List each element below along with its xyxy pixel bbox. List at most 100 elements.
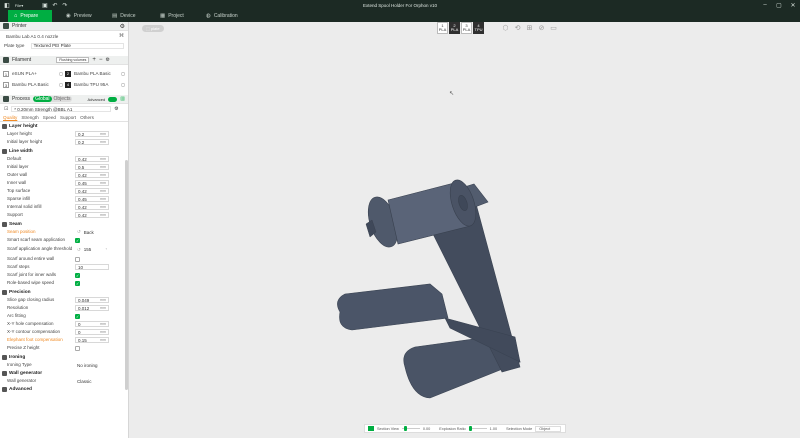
edit-icon[interactable]: ▢ [121, 71, 125, 76]
plate-filament-3[interactable]: 3 PLA [461, 22, 472, 34]
resolution-input[interactable]: 0.012 mm [75, 305, 109, 311]
orient-icon[interactable]: ⟲ [513, 24, 522, 32]
initial-layer-height-input[interactable]: 0.2 mm [75, 139, 109, 145]
ironing-icon [2, 354, 7, 360]
line-width-inner-input[interactable]: 0.45 mm [75, 180, 109, 186]
line-width-sparse-input[interactable]: 0.45 mm [75, 196, 109, 202]
section-view-slider[interactable] [401, 426, 420, 431]
ironing-type-select[interactable]: No ironing [75, 362, 115, 368]
scarf-around-checkbox[interactable] [75, 256, 80, 262]
objects-toggle-option[interactable]: Objects [52, 96, 73, 102]
arc-fitting-checkbox[interactable]: ✓ [75, 313, 80, 319]
maximize-icon[interactable]: ▢ [772, 0, 786, 10]
tab-preview[interactable]: ◉ Preview [60, 10, 106, 22]
split-icon[interactable]: ⊘ [537, 24, 546, 32]
precise-z-checkbox[interactable] [75, 345, 80, 351]
scarf-steps-input[interactable]: 10 [75, 264, 109, 270]
settings-panel: Printer ⚙ Bambu Lab A1 0.4 nozzle ⌘ Plat… [0, 22, 129, 438]
tab-quality[interactable]: Quality [3, 115, 17, 120]
arrange-icon[interactable]: ⊞ [525, 24, 534, 32]
filament-slot-4[interactable]: 4 Bambu TPU 95A ▢ [64, 79, 126, 90]
printer-select[interactable]: Bambu Lab A1 0.4 nozzle ⌘ [0, 31, 128, 41]
redo-icon[interactable]: ↷ [60, 0, 70, 10]
settings-scrollbar[interactable] [125, 160, 128, 390]
add-filament-icon[interactable]: + [92, 57, 96, 63]
slice-gap-input[interactable]: 0.049 mm [75, 297, 109, 303]
plate-type-select[interactable]: Textured PEI Plate [30, 42, 124, 49]
scarf-inner-checkbox[interactable]: ✓ [75, 272, 80, 278]
tab-prepare[interactable]: ⌂ Prepare [8, 10, 52, 22]
role-wipe-checkbox[interactable]: ✓ [75, 280, 80, 286]
setting-row: Support 0.42 mm [0, 211, 128, 219]
xy-hole-input[interactable]: 0 mm [75, 321, 109, 327]
close-icon[interactable]: ✕ [786, 0, 800, 10]
bambu-logo-icon[interactable]: ◧ [2, 0, 12, 10]
global-objects-toggle[interactable]: Global Objects [33, 96, 73, 102]
elephant-foot-input[interactable]: 0.15 mm [75, 337, 109, 343]
wall-generator-select[interactable]: Classic [75, 378, 109, 384]
view-toolbar: ⬡ ⟲ ⊞ ⊘ ▭ [501, 24, 558, 32]
main-tab-bar: ⌂ Prepare ◉ Preview ▤ Device ▦ Project ◍ Cali… [0, 10, 800, 30]
process-profile-row: ⊡ * 0.20mm Strength @BBL A1 ⚙ [0, 104, 128, 114]
smart-scarf-checkbox[interactable]: ✓ [75, 237, 80, 243]
tab-device[interactable]: ▤ Device [106, 10, 152, 22]
setting-row: Scarf steps 10 [0, 263, 128, 271]
line-width-support-input[interactable]: 0.42 mm [75, 212, 109, 218]
filament-slot-number: 3 [3, 81, 9, 88]
xy-contour-input[interactable]: 0 mm [75, 329, 109, 335]
layout-icon[interactable]: ▭ [549, 24, 558, 32]
process-profile-select[interactable]: * 0.20mm Strength @BBL A1 [11, 106, 112, 112]
tab-support[interactable]: Support [60, 115, 76, 120]
printer-settings-icon[interactable]: ⚙ [120, 23, 125, 30]
reset-icon[interactable]: ↺ [77, 247, 81, 253]
edit-icon[interactable]: ▢ [121, 82, 125, 87]
process-subtabs: Quality Strength Speed Support Others [0, 114, 128, 122]
remove-filament-icon[interactable]: − [99, 57, 103, 63]
section-view-value: 0.00 [422, 426, 431, 431]
edit-icon[interactable]: ▢ [59, 71, 63, 76]
setting-row: Default 0.42 mm [0, 155, 128, 163]
global-toggle-option[interactable]: Global [33, 96, 52, 102]
plate-filament-2[interactable]: 2 PLA [449, 22, 460, 34]
reset-icon[interactable]: ↺ [77, 229, 81, 235]
scarf-angle-input[interactable]: ↺ 155 ° [75, 246, 109, 253]
wifi-icon[interactable]: ⌘ [119, 33, 124, 39]
seam-position-select[interactable]: ↺ Back [75, 229, 109, 235]
layer-height-input[interactable]: 0.2 mm [75, 131, 109, 137]
setting-row: Scarf joint for inner walls ✓ [7, 271, 80, 278]
advanced-toggle[interactable] [108, 96, 118, 102]
line-width-default-input[interactable]: 0.42 mm [75, 156, 109, 162]
save-icon[interactable]: ▣ [40, 0, 50, 10]
edit-icon[interactable]: ▢ [59, 82, 63, 87]
flushing-volumes-button[interactable]: Flushing volumes [56, 57, 90, 63]
tab-strength[interactable]: Strength [21, 115, 38, 120]
cube-view-icon[interactable]: ⬡ [501, 24, 510, 32]
tab-calibration[interactable]: ◍ Calibration [200, 10, 260, 22]
profile-settings-icon[interactable]: ⚙ [114, 106, 118, 112]
plate-filament-4[interactable]: 4 TPU [473, 22, 484, 34]
file-menu-icon[interactable]: File ▾ [12, 0, 26, 10]
setting-row: X-Y contour compensation 0 mm [0, 328, 128, 336]
line-width-solid-input[interactable]: 0.42 mm [75, 204, 109, 210]
explosion-ratio-slider[interactable] [468, 426, 487, 431]
line-width-outer-input[interactable]: 0.42 mm [75, 172, 109, 178]
process-settings-list: Layer height Layer height 0.2 mm Initial l… [0, 122, 128, 393]
tab-speed[interactable]: Speed [43, 115, 56, 120]
minimize-icon[interactable]: – [758, 0, 772, 10]
tab-others[interactable]: Others [80, 115, 94, 120]
filament-slot-2[interactable]: 2 Bambu PLA Basic ▢ [64, 68, 126, 79]
spool-holder-model[interactable] [130, 22, 800, 438]
line-width-initial-input[interactable]: 0.5 mm [75, 164, 109, 170]
plate-filament-1[interactable]: 1 PLA [437, 22, 448, 34]
section-view-label: Section View [377, 426, 399, 431]
selection-mode-select[interactable]: Object [535, 425, 562, 432]
line-width-top-input[interactable]: 0.42 mm [75, 188, 109, 194]
3d-viewport[interactable]: ⬚ plate ↖ [130, 22, 800, 438]
filament-settings-icon[interactable]: ⚙ [105, 57, 109, 63]
tab-project[interactable]: ▦ Project [154, 10, 200, 22]
setting-row: Scarf around entire wall [0, 255, 128, 263]
filament-slot-3[interactable]: 3 Bambu PLA Basic ▢ [2, 79, 64, 90]
compare-icon[interactable]: ▥ [120, 96, 125, 102]
undo-icon[interactable]: ↶ [50, 0, 60, 10]
filament-slot-1[interactable]: 1 eSUN PLA+ ▢ [2, 68, 64, 79]
